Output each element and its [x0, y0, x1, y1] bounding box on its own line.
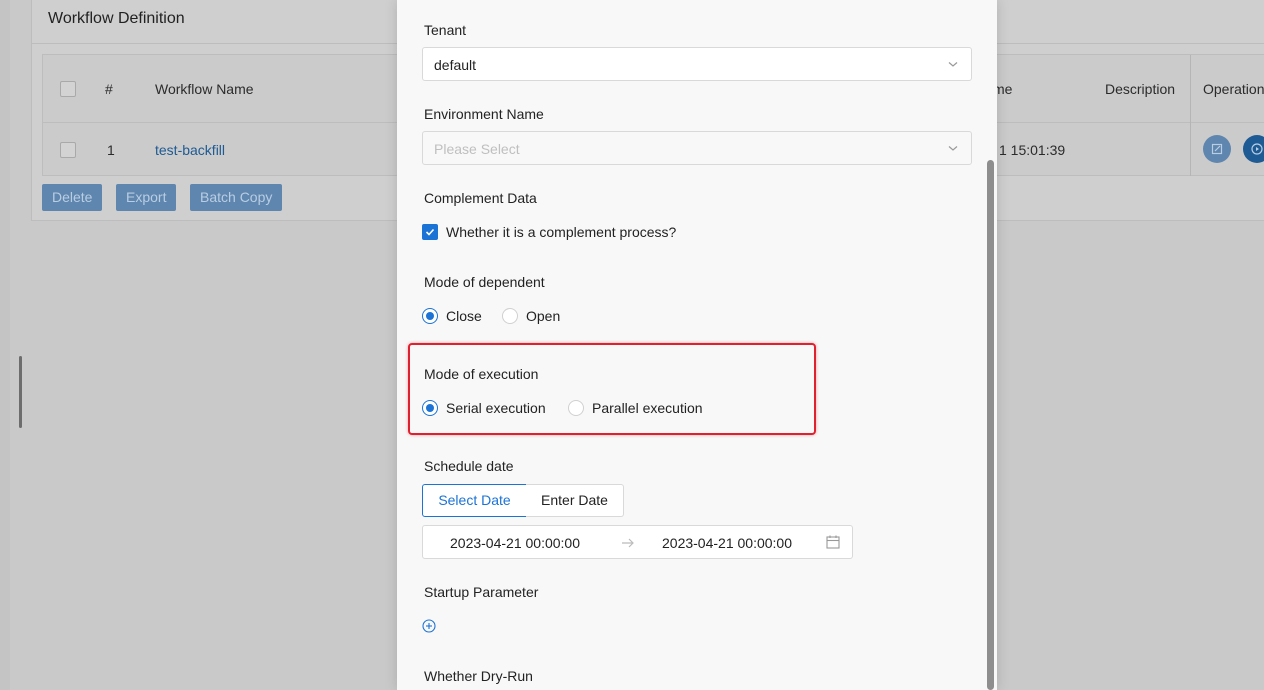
- dialog-scrollbar[interactable]: [987, 160, 994, 690]
- checkmark-icon: [425, 228, 435, 236]
- complement-checkbox[interactable]: [422, 224, 438, 240]
- environment-placeholder: Please Select: [434, 141, 520, 157]
- dependent-open-label[interactable]: Open: [526, 308, 560, 324]
- operation-column-divider: [1190, 55, 1191, 176]
- chevron-down-icon: [948, 62, 958, 67]
- environment-select[interactable]: Please Select: [422, 131, 972, 165]
- complement-label: Complement Data: [424, 190, 537, 206]
- tenant-label: Tenant: [424, 22, 467, 38]
- row-checkbox: [60, 142, 76, 158]
- tenant-select[interactable]: default: [422, 47, 972, 81]
- tab-select-date[interactable]: Select Date: [422, 484, 527, 517]
- end-date[interactable]: 2023-04-21 00:00:00: [662, 535, 792, 551]
- row-workflow-name-link: test-backfill: [155, 142, 226, 158]
- sidebar-scroll-handle: [19, 356, 22, 428]
- header-operation: Operation: [1203, 81, 1264, 97]
- export-button: Export: [116, 184, 177, 211]
- batch-copy-button: Batch Copy: [190, 184, 283, 211]
- row-time: 1 15:01:39: [999, 142, 1066, 158]
- dependent-close-radio[interactable]: [422, 308, 438, 324]
- arrow-right-icon: [622, 538, 634, 548]
- sidebar-edge: [0, 0, 10, 690]
- header-index: #: [105, 81, 113, 97]
- schedule-date-label: Schedule date: [424, 458, 514, 474]
- startup-parameter-label: Startup Parameter: [424, 584, 539, 600]
- row-index: 1: [107, 142, 115, 158]
- tenant-value: default: [434, 57, 477, 73]
- header-description: Description: [1105, 81, 1176, 97]
- select-all-checkbox: [60, 81, 76, 97]
- calendar-icon: [826, 535, 840, 549]
- card-title: Workflow Definition: [48, 10, 185, 27]
- header-workflow-name: Workflow Name: [155, 81, 254, 97]
- dry-run-label: Whether Dry-Run: [424, 668, 533, 684]
- environment-label: Environment Name: [424, 106, 544, 122]
- start-date[interactable]: 2023-04-21 00:00:00: [450, 535, 580, 551]
- complement-checkbox-label[interactable]: Whether it is a complement process?: [446, 224, 676, 240]
- execution-mode-highlight: [408, 343, 816, 435]
- dependent-close-label[interactable]: Close: [446, 308, 482, 324]
- date-range-picker[interactable]: 2023-04-21 00:00:00 2023-04-21 00:00:00: [422, 525, 853, 559]
- add-parameter-icon[interactable]: [422, 619, 436, 633]
- dependent-mode-label: Mode of dependent: [424, 274, 545, 290]
- chevron-down-icon: [948, 146, 958, 151]
- tab-enter-date[interactable]: Enter Date: [526, 484, 624, 517]
- edit-icon: [1203, 135, 1231, 163]
- dependent-open-radio[interactable]: [502, 308, 518, 324]
- run-icon: [1243, 135, 1264, 163]
- delete-button: Delete: [42, 184, 103, 211]
